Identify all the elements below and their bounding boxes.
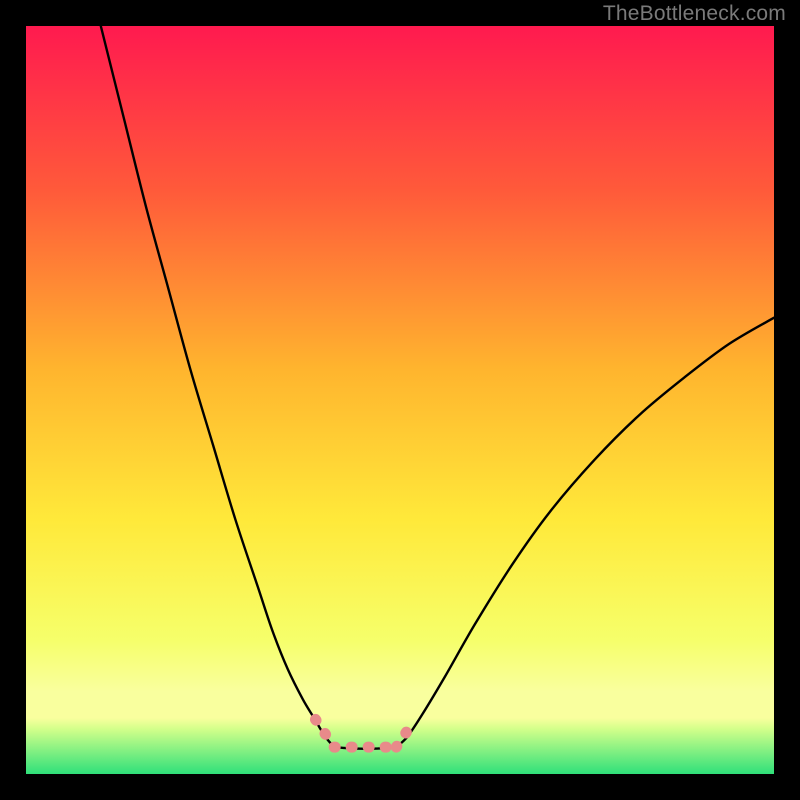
- gradient-plot: [26, 26, 774, 774]
- gradient-rect: [26, 26, 774, 774]
- watermark-text: TheBottleneck.com: [603, 2, 786, 26]
- outer-frame: TheBottleneck.com: [0, 0, 800, 800]
- plot-svg: [26, 26, 774, 774]
